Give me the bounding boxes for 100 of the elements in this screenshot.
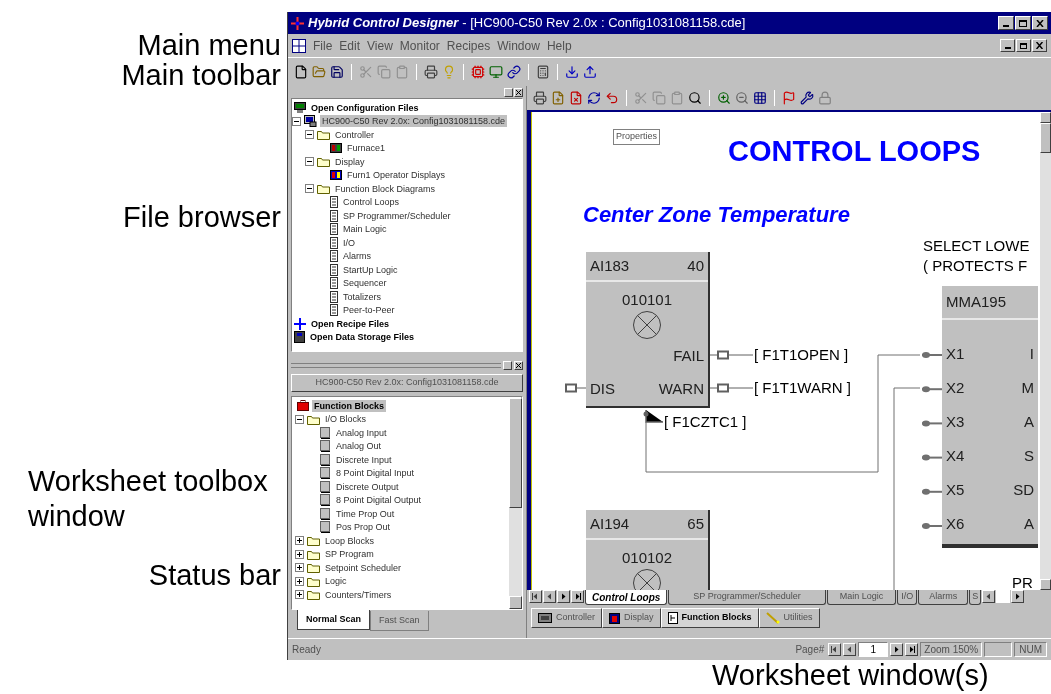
wrench-icon[interactable] [800, 91, 814, 105]
tree-item[interactable]: Function Blocks [312, 399, 386, 412]
monitor-icon[interactable] [489, 65, 503, 79]
tree-item[interactable]: Furn1 Operator Displays [345, 169, 448, 182]
sheet-tab[interactable]: I/O [897, 590, 918, 605]
view-tab[interactable]: Function Blocks [660, 608, 759, 628]
search-icon[interactable] [688, 91, 702, 105]
tree-item[interactable]: Furnace1 [345, 142, 388, 155]
next-sheet-button[interactable] [557, 590, 570, 603]
new-page-icon[interactable] [551, 91, 565, 105]
tree-item[interactable]: 8 Point Digital Input [334, 467, 417, 480]
tree-toggle[interactable] [295, 576, 304, 586]
tree-item[interactable]: Discrete Output [334, 480, 401, 493]
tree-item[interactable]: Setpoint Scheduler [323, 561, 404, 574]
scrollbar[interactable] [509, 397, 522, 609]
new-file-icon[interactable] [294, 65, 308, 79]
sheet-tab[interactable]: SP Programmer/Scheduler [668, 590, 826, 605]
tree-item[interactable]: Peer-to-Peer [341, 304, 397, 317]
download-icon[interactable] [565, 65, 579, 79]
scrollbar[interactable] [1040, 112, 1051, 590]
tree-item[interactable]: Open Configuration Files [309, 101, 421, 114]
chip-icon[interactable] [471, 65, 485, 79]
undo-icon[interactable] [605, 91, 619, 105]
tree-item[interactable]: Analog Out [334, 440, 384, 453]
minimize-button[interactable] [998, 16, 1014, 30]
save-icon[interactable] [330, 65, 344, 79]
close-button[interactable] [514, 87, 523, 97]
tree-item[interactable]: Loop Blocks [323, 534, 377, 547]
delete-page-icon[interactable] [569, 91, 583, 105]
sheet-tab[interactable]: Main Logic [826, 590, 897, 605]
tree-item[interactable]: Main Logic [341, 223, 389, 236]
previous-page-button[interactable] [843, 643, 857, 656]
menu-item[interactable]: Recipes [446, 36, 491, 55]
tree-toggle[interactable] [295, 414, 304, 424]
menu-item[interactable]: View [367, 36, 393, 55]
tree-item[interactable]: HC900-C50 Rev 2.0x: Config1031081158.cde [320, 115, 507, 128]
sheet-tab[interactable]: Alarms [918, 590, 969, 605]
tree-toggle[interactable] [295, 563, 304, 573]
pin-button[interactable] [503, 360, 512, 370]
menu-item[interactable]: Monitor [399, 36, 440, 55]
calculator-icon[interactable] [536, 65, 550, 79]
page-field[interactable]: 1 [858, 642, 889, 657]
scroll-left-button[interactable] [982, 590, 996, 603]
view-tab[interactable]: Controller [531, 608, 602, 628]
zoom-in-icon[interactable] [717, 91, 731, 105]
menu-item[interactable]: Window [497, 36, 540, 55]
first-sheet-button[interactable] [529, 590, 542, 603]
menu-item[interactable]: Help [546, 36, 572, 55]
close-button[interactable] [1032, 39, 1047, 52]
properties-button[interactable]: Properties [613, 129, 661, 145]
tree-item[interactable]: Counters/Timers [323, 588, 394, 601]
first-page-button[interactable] [828, 643, 842, 656]
sheet-tab[interactable]: Control Loops [585, 590, 668, 605]
minimize-button[interactable] [1000, 39, 1015, 52]
print-icon[interactable] [424, 65, 438, 79]
tree-item[interactable]: Display [333, 155, 367, 168]
scan-tab[interactable]: Normal Scan [297, 610, 371, 630]
sheet-tab[interactable]: S [969, 590, 982, 605]
tree-item[interactable]: Controller [333, 128, 376, 141]
splitter-grip[interactable] [291, 362, 501, 368]
tree-item[interactable]: I/O Blocks [323, 413, 368, 426]
document-tab[interactable]: HC900-C50 Rev 2.0x: Config1031081158.cde [291, 374, 523, 392]
tree-item[interactable]: Pos Prop Out [334, 521, 393, 534]
tree-toggle[interactable] [305, 157, 314, 167]
tree-item[interactable]: Sequencer [341, 277, 389, 290]
tree-item[interactable]: Alarms [341, 250, 373, 263]
tree-item[interactable]: Logic [323, 575, 349, 588]
tree-item[interactable]: Open Recipe Files [309, 317, 392, 330]
pin-button[interactable] [504, 87, 513, 97]
tree-toggle[interactable] [305, 184, 314, 194]
tree-item[interactable]: Open Data Storage Files [308, 331, 417, 344]
maximize-button[interactable] [1015, 16, 1031, 30]
tree-toggle[interactable] [295, 536, 304, 546]
tree-item[interactable]: Analog Input [334, 426, 389, 439]
tree-toggle[interactable] [305, 130, 314, 140]
view-tab[interactable]: Utilities [758, 608, 820, 628]
tree-item[interactable]: I/O [341, 236, 357, 249]
tree-item[interactable]: SP Program [323, 548, 376, 561]
last-page-button[interactable] [905, 643, 919, 656]
last-sheet-button[interactable] [571, 590, 584, 603]
link-icon[interactable] [507, 65, 521, 79]
menu-item[interactable]: File [313, 36, 333, 55]
grid-icon[interactable] [753, 91, 767, 105]
tree-item[interactable]: 8 Point Digital Output [334, 494, 424, 507]
tree-item[interactable]: Totalizers [341, 290, 383, 303]
print-icon[interactable] [533, 91, 547, 105]
next-page-button[interactable] [890, 643, 904, 656]
tree-toggle[interactable] [295, 590, 304, 600]
previous-sheet-button[interactable] [543, 590, 556, 603]
scroll-right-button[interactable] [1011, 590, 1025, 603]
tree-item[interactable]: Function Block Diagrams [333, 182, 438, 195]
close-button[interactable] [514, 360, 523, 370]
tree-item[interactable]: Time Prop Out [334, 507, 397, 520]
tree-toggle[interactable] [295, 549, 304, 559]
close-button[interactable] [1032, 16, 1048, 30]
tree-item[interactable]: Control Loops [341, 196, 402, 209]
tree-toggle[interactable] [292, 116, 301, 126]
scan-tab[interactable]: Fast Scan [370, 611, 429, 631]
tree-item[interactable]: StartUp Logic [341, 263, 400, 276]
tree-item[interactable]: SP Programmer/Scheduler [341, 209, 453, 222]
